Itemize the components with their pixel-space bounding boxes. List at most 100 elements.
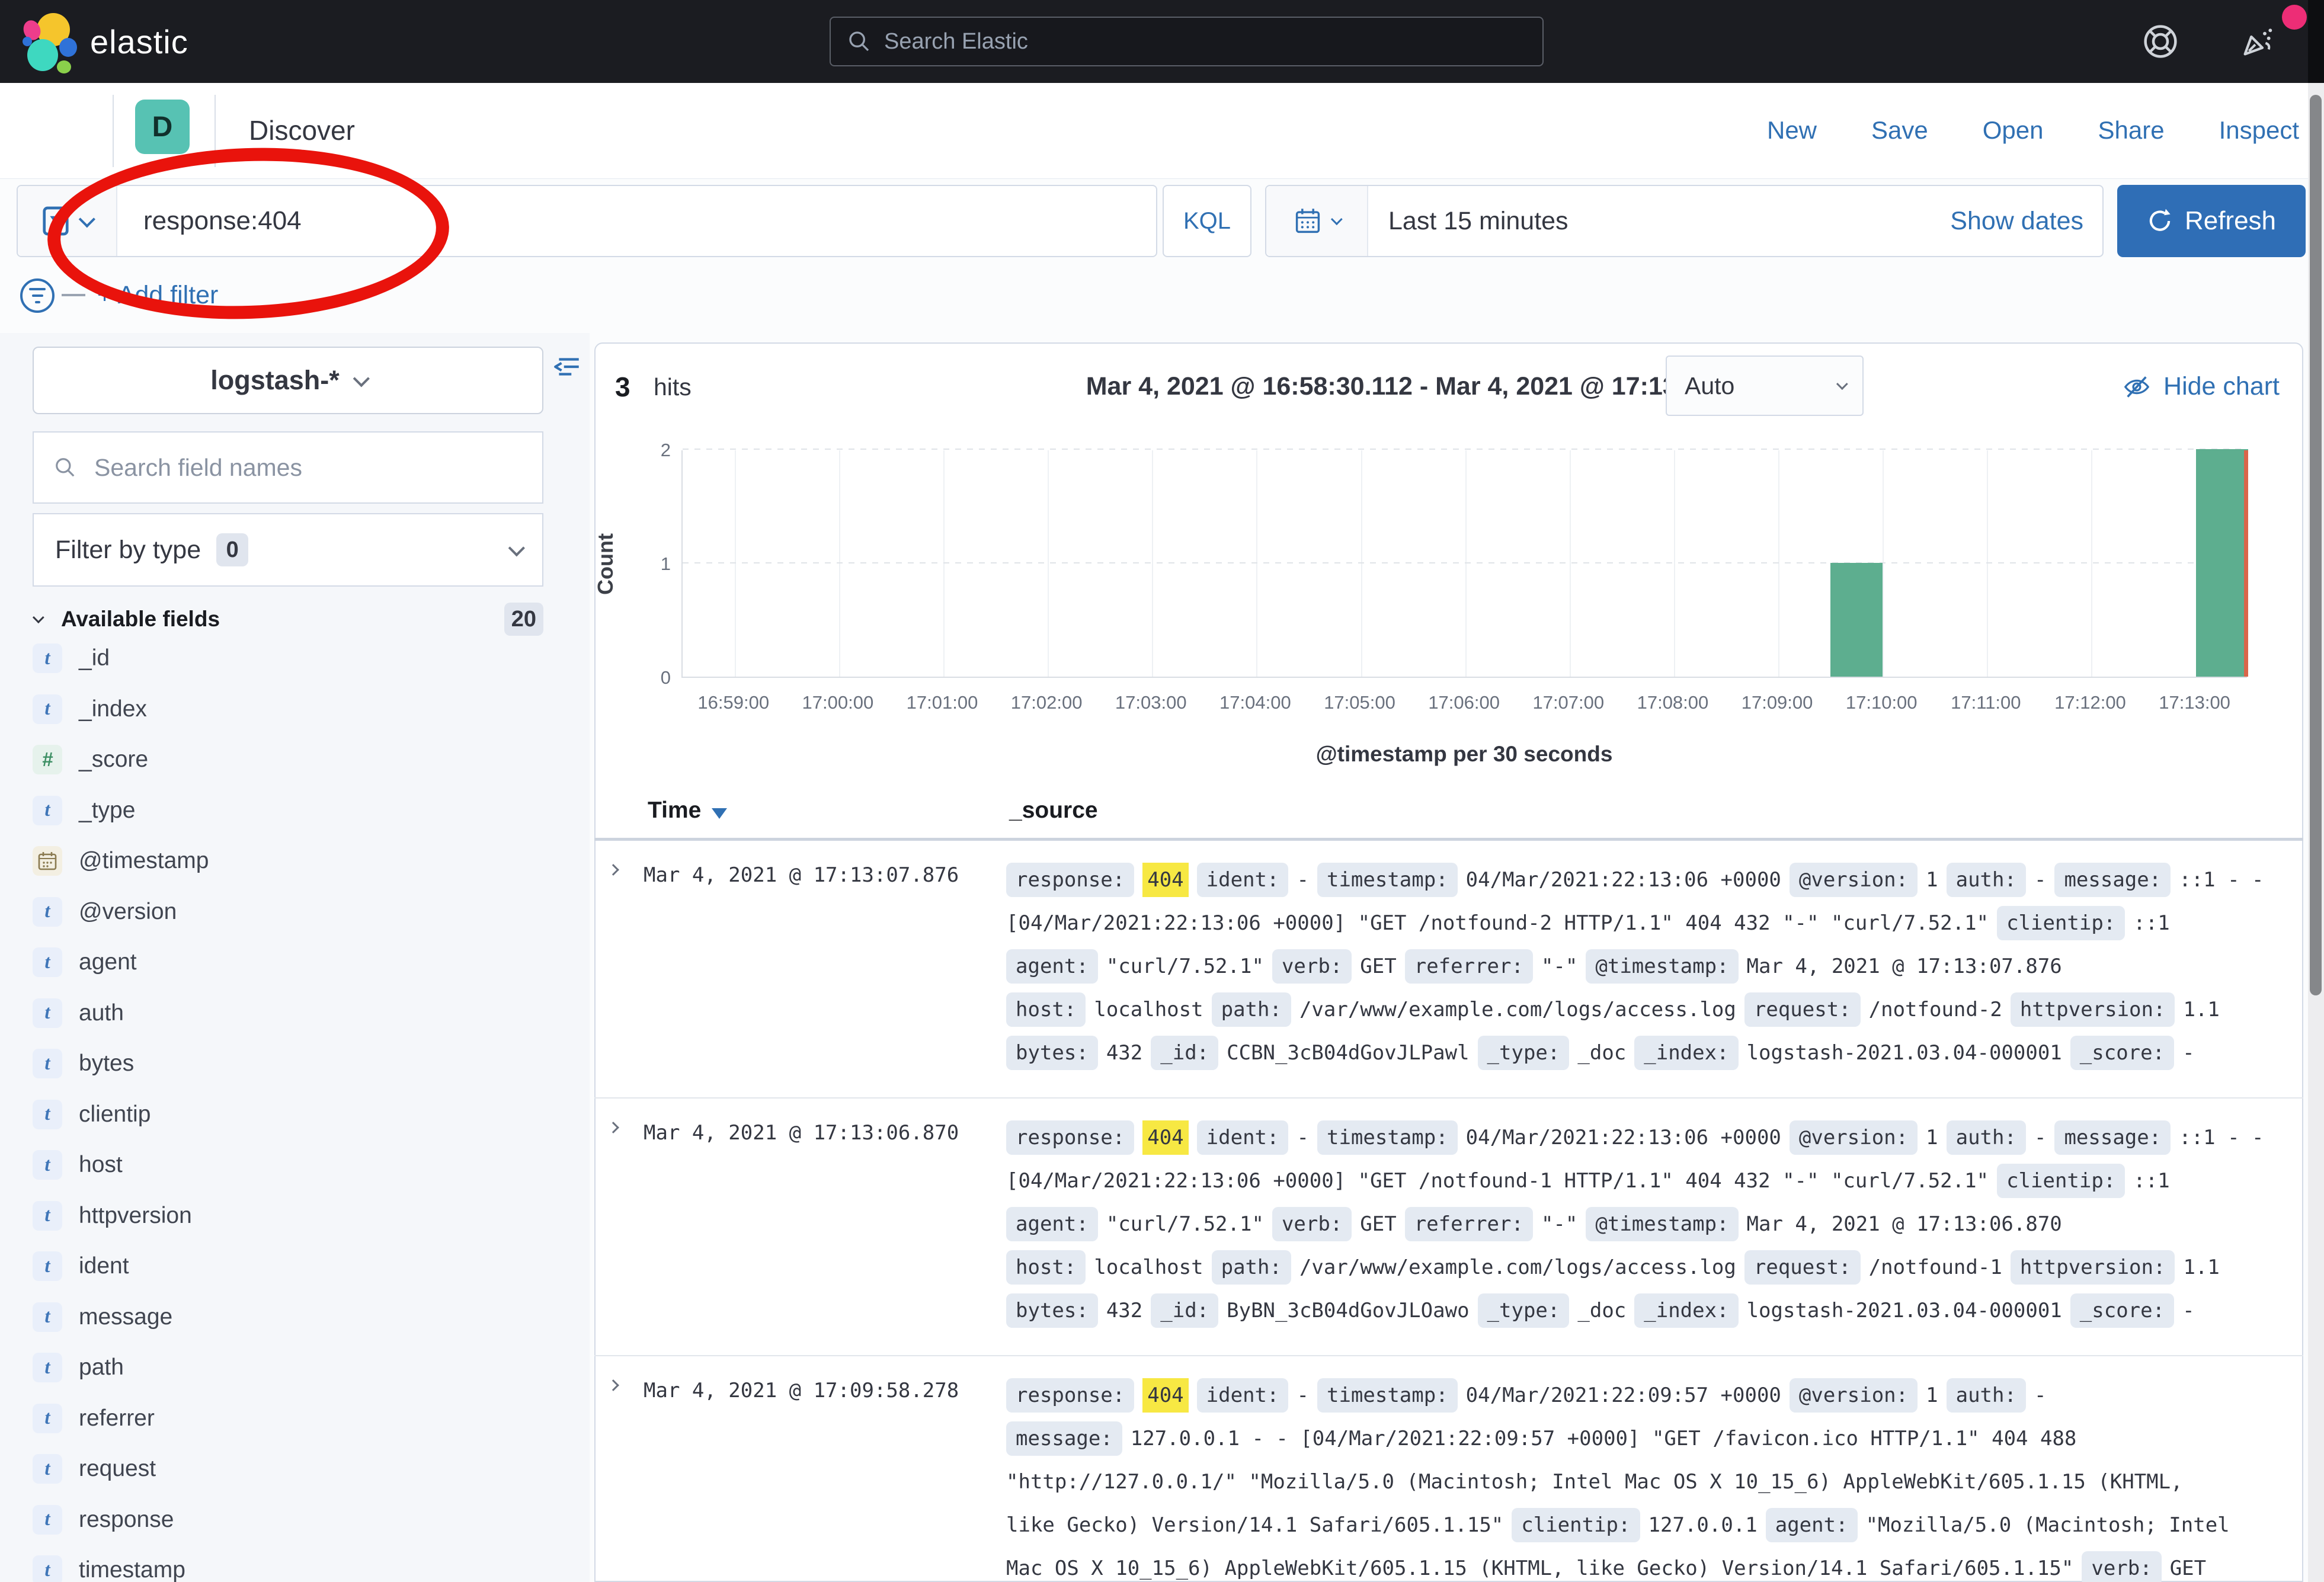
field-item-ident[interactable]: tident: [33, 1248, 129, 1285]
time-cell: Mar 4, 2021 @ 17:13:07.876: [644, 859, 1006, 1075]
field-item-@timestamp[interactable]: @timestamp: [33, 843, 209, 879]
column-header-time[interactable]: Time: [648, 798, 701, 824]
text-type-icon: t: [33, 1555, 62, 1582]
saved-query-menu-button[interactable]: [18, 186, 117, 256]
source-field-value: "-": [1541, 1212, 1577, 1236]
filter-bar: + Add filter: [0, 274, 593, 333]
histogram-bar[interactable]: [1830, 563, 1883, 677]
time-range-value[interactable]: Last 15 minutes: [1368, 207, 1950, 236]
nav-divider: [113, 95, 114, 167]
nav-action-inspect[interactable]: Inspect: [2219, 116, 2299, 145]
filter-set-menu-icon[interactable]: [20, 278, 55, 313]
sort-desc-icon[interactable]: [712, 808, 727, 819]
source-field-name: clientip:: [1997, 906, 2125, 940]
filter-by-type-select[interactable]: Filter by type 0: [33, 513, 543, 587]
x-tick-label: 17:01:00: [907, 692, 978, 713]
field-item-response[interactable]: tresponse: [33, 1501, 174, 1538]
chart-gridline-v: [2091, 450, 2092, 677]
logo-blob-blue: [59, 38, 77, 57]
source-field-value: 04/Mar/2021:22:09:57 +0000: [1466, 1384, 1781, 1407]
source-field-name: timestamp:: [1317, 863, 1458, 897]
nav-action-open[interactable]: Open: [1983, 116, 2044, 145]
date-picker-menu-button[interactable]: [1266, 186, 1368, 256]
show-dates-button[interactable]: Show dates: [1950, 207, 2102, 236]
field-item-path[interactable]: tpath: [33, 1349, 124, 1386]
index-pattern-select[interactable]: logstash-*: [33, 347, 543, 414]
source-field-name: clientip:: [1997, 1164, 2125, 1198]
global-search-input[interactable]: Search Elastic: [830, 17, 1544, 66]
query-input[interactable]: response:404: [17, 185, 1157, 257]
x-tick-label: 17:06:00: [1428, 692, 1500, 713]
x-axis-ticks: 16:59:0017:00:0017:01:0017:02:0017:03:00…: [681, 692, 2247, 716]
field-name: request: [79, 1456, 156, 1482]
expand-row-button[interactable]: [609, 1116, 644, 1333]
source-field-value: -: [1297, 1126, 1308, 1149]
y-tick-label: 0: [635, 667, 671, 688]
help-icon[interactable]: [2141, 23, 2179, 60]
search-icon: [54, 456, 76, 479]
field-item-message[interactable]: tmessage: [33, 1299, 172, 1336]
field-item-clientip[interactable]: tclientip: [33, 1096, 151, 1133]
source-field-value: -: [2182, 1299, 2194, 1322]
field-item-request[interactable]: trequest: [33, 1450, 156, 1487]
source-field-name: _score:: [2070, 1293, 2174, 1328]
refresh-label: Refresh: [2185, 206, 2276, 236]
field-item-referrer[interactable]: treferrer: [33, 1400, 155, 1437]
field-item-_score[interactable]: #_score: [33, 741, 148, 778]
source-field-value: [04/Mar/2021:22:13:06 +0000] "GET /notfo…: [1006, 1169, 1989, 1193]
interval-select[interactable]: Auto: [1666, 356, 1864, 416]
field-item-_id[interactable]: t_id: [33, 640, 110, 677]
histogram-chart[interactable]: [681, 450, 2247, 678]
histogram-bar[interactable]: [2196, 449, 2248, 677]
field-item-bytes[interactable]: tbytes: [33, 1045, 134, 1082]
chart-gridline-h: [683, 449, 2247, 450]
date-picker: Last 15 minutes Show dates: [1265, 185, 2104, 257]
fields-sidebar: logstash-* Search field names Filter by …: [0, 333, 590, 1582]
elastic-logo-icon[interactable]: [23, 12, 82, 71]
global-header: elastic Search Elastic: [0, 0, 2324, 83]
field-item-_type[interactable]: t_type: [33, 792, 135, 829]
source-field-value: /var/www/example.com/logs/access.log: [1299, 1256, 1736, 1279]
source-field-value: Mar 4, 2021 @ 17:13:06.870: [1747, 1212, 2062, 1236]
field-search-placeholder: Search field names: [94, 454, 302, 482]
scrollbar[interactable]: [2308, 0, 2324, 1582]
query-language-button[interactable]: KQL: [1163, 185, 1251, 257]
available-fields-header[interactable]: Available fields 20: [33, 598, 543, 640]
logo-blob-blue-small: [23, 37, 32, 46]
refresh-button[interactable]: Refresh: [2117, 185, 2306, 257]
text-type-icon: t: [33, 1404, 62, 1433]
discover-app-badge[interactable]: D: [135, 100, 190, 154]
source-field-name: _id:: [1151, 1036, 1218, 1070]
text-type-icon: t: [33, 643, 62, 673]
x-tick-label: 17:03:00: [1115, 692, 1187, 713]
field-search-input[interactable]: Search field names: [33, 431, 543, 504]
source-field-value: 1.1: [2183, 1256, 2219, 1279]
expand-row-button[interactable]: [609, 859, 644, 1075]
hide-chart-button[interactable]: Hide chart: [2123, 372, 2280, 401]
number-type-icon: #: [33, 745, 62, 774]
source-field-name: _index:: [1634, 1036, 1738, 1070]
source-field-value: localhost: [1094, 1256, 1203, 1279]
nav-action-new[interactable]: New: [1767, 116, 1817, 145]
nav-action-share[interactable]: Share: [2098, 116, 2165, 145]
field-item-auth[interactable]: tauth: [33, 995, 124, 1032]
field-name: _index: [79, 696, 147, 722]
query-text[interactable]: response:404: [117, 206, 302, 236]
scrollbar-thumb[interactable]: [2310, 95, 2322, 995]
add-filter-button[interactable]: + Add filter: [97, 281, 218, 310]
field-item-host[interactable]: thost: [33, 1147, 123, 1183]
collapse-sidebar-icon[interactable]: [553, 352, 582, 382]
expand-row-button[interactable]: [609, 1374, 644, 1582]
source-field-name: response:: [1006, 1378, 1134, 1413]
column-header-source[interactable]: _source: [1009, 798, 1098, 824]
field-item-httpversion[interactable]: thttpversion: [33, 1197, 192, 1234]
field-item-agent[interactable]: tagent: [33, 944, 137, 981]
field-item-_index[interactable]: t_index: [33, 691, 147, 728]
source-field-value: like Gecko) Version/14.1 Safari/605.1.15…: [1006, 1513, 1503, 1537]
source-field-name: _type:: [1478, 1036, 1570, 1070]
nav-action-save[interactable]: Save: [1871, 116, 1928, 145]
field-item-@version[interactable]: t@version: [33, 894, 177, 930]
field-item-timestamp[interactable]: ttimestamp: [33, 1552, 185, 1582]
newsfeed-icon[interactable]: [2239, 23, 2277, 60]
x-tick-label: 17:13:00: [2159, 692, 2230, 713]
